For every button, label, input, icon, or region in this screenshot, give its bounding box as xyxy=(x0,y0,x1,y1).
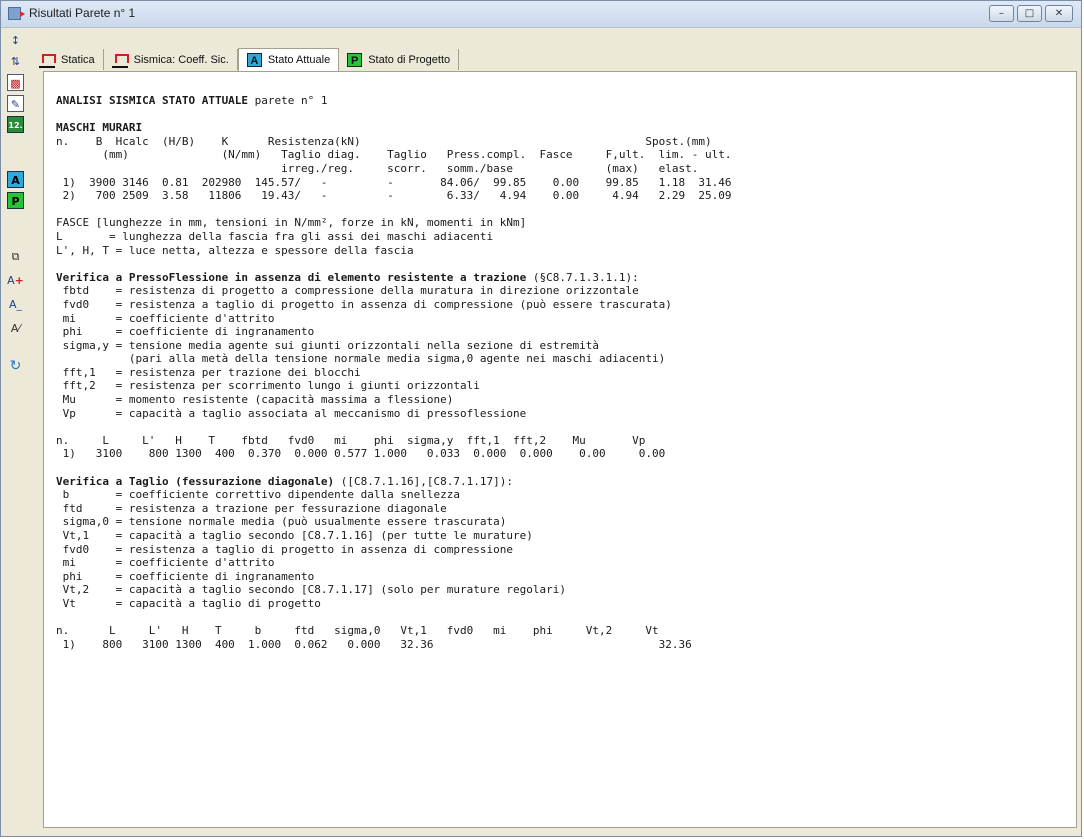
left-toolbar: ↕ ⇅ ▩ ✎ 12. A P ⧉ A+ A_ A⁄ ↻ xyxy=(1,28,29,836)
copy-icon[interactable]: ⧉ xyxy=(7,248,24,265)
tab-stato-attuale[interactable]: A Stato Attuale xyxy=(237,48,340,71)
font-decrease-label: A xyxy=(8,298,17,311)
tab-statica[interactable]: Statica xyxy=(31,49,104,70)
chart-icon[interactable]: ▩ xyxy=(7,74,24,91)
tab-label: Sismica: Coeff. Sic. xyxy=(133,53,229,66)
t-legend-line: Vt,2 = capacità a taglio secondo [C8.7.1… xyxy=(56,583,566,597)
pf-legend-line: fbtd = resistenza di progetto a compress… xyxy=(56,284,639,298)
maschi-title: MASCHI MURARI xyxy=(56,121,143,135)
maschi-header-1: n. B Hcalc (H/B) K Resistenza(kN) Spost.… xyxy=(56,134,712,148)
font-increase-label: A xyxy=(7,274,15,287)
t-legend-line: phi = coefficiente di ingranamento xyxy=(56,569,315,583)
pf-table-header: n. L L' H T fbtd fvd0 mi phi sigma,y fft… xyxy=(56,433,646,447)
t-legend-line: ftd = resistenza a trazione per fessuraz… xyxy=(56,501,447,515)
title-bar[interactable]: Risultati Parete n° 1 – □ ✕ xyxy=(1,1,1081,28)
t-legend-line: fvd0 = resistenza a taglio di progetto i… xyxy=(56,542,513,556)
number-12-icon[interactable]: 12. xyxy=(7,116,24,133)
maschi-row: 1) 3900 3146 0.81 202980 145.57/ - - 84.… xyxy=(56,175,732,189)
pf-legend-line: fft,1 = resistenza per trazione dei bloc… xyxy=(56,365,361,379)
pf-title: Verifica a PressoFlessione in assenza di… xyxy=(56,270,527,284)
t-title: Verifica a Taglio (fessurazione diagonal… xyxy=(56,474,335,488)
structure-red-icon xyxy=(111,52,129,68)
t-title-rest: ([C8.7.1.16],[C8.7.1.17]): xyxy=(334,474,513,488)
report-title: ANALISI SISMICA STATO ATTUALE xyxy=(56,94,249,107)
window-title: Risultati Parete n° 1 xyxy=(29,6,136,20)
tab-sismica[interactable]: Sismica: Coeff. Sic. xyxy=(104,49,238,70)
pf-legend-line: phi = coefficiente di ingranamento xyxy=(56,325,315,339)
report-panel[interactable]: ANALISI SISMICA STATO ATTUALE parete n° … xyxy=(43,71,1077,828)
t-legend-line: sigma,0 = tensione normale media (può us… xyxy=(56,515,507,529)
tab-strip: Statica Sismica: Coeff. Sic. A Stato Att… xyxy=(31,48,1075,71)
font-decrease-icon[interactable]: A_ xyxy=(7,296,24,313)
tab-label: Stato di Progetto xyxy=(368,53,451,66)
pf-legend-line: sigma,y = tensione media agente sui giun… xyxy=(56,338,600,352)
letter-p-icon: P xyxy=(347,52,363,67)
font-increase-icon[interactable]: A+ xyxy=(7,272,24,289)
tab-label: Stato Attuale xyxy=(267,54,331,66)
t-legend-line: Vt,1 = capacità a taglio secondo [C8.7.1… xyxy=(56,529,533,542)
refresh-icon[interactable]: ↻ xyxy=(7,358,24,375)
stato-attuale-icon[interactable]: A xyxy=(7,171,24,188)
report-title-rest: parete n° 1 xyxy=(248,94,328,107)
edit-icon[interactable]: ✎ xyxy=(7,95,24,112)
maschi-header-2: (mm) (N/mm) Taglio diag. Taglio Press.co… xyxy=(56,148,732,162)
pf-legend-line: fft,2 = resistenza per scorrimento lungo… xyxy=(56,379,480,393)
multi-move-icon[interactable]: ⇅ xyxy=(7,53,24,70)
pf-table-row: 1) 3100 800 1300 400 0.370 0.000 0.577 1… xyxy=(56,447,666,461)
tab-stato-progetto[interactable]: P Stato di Progetto xyxy=(339,49,460,70)
maschi-header-3: irreg./reg. scorr. somm./base (max) elas… xyxy=(56,161,699,175)
t-legend-line: b = coefficiente correttivo dipendente d… xyxy=(56,488,460,502)
font-style-icon[interactable]: A⁄ xyxy=(7,320,24,337)
fasce-line: FASCE [lunghezze in mm, tensioni in N/mm… xyxy=(56,216,527,230)
pf-legend-line: Mu = momento resistente (capacità massim… xyxy=(56,393,454,407)
close-button[interactable]: ✕ xyxy=(1045,5,1073,22)
font-style-label: A xyxy=(10,322,19,335)
results-window: Risultati Parete n° 1 – □ ✕ ↕ ⇅ ▩ ✎ 12. … xyxy=(0,0,1082,837)
pf-legend-line: Vp = capacità a taglio associata al mecc… xyxy=(56,406,527,420)
pf-legend-line: mi = coefficiente d'attrito xyxy=(56,311,275,325)
t-table-header: n. L L' H T b ftd sigma,0 Vt,1 fvd0 mi p… xyxy=(56,624,659,638)
report-text: ANALISI SISMICA STATO ATTUALE parete n° … xyxy=(56,94,732,651)
maschi-row: 2) 700 2509 3.58 11806 19.43/ - - 6.33/ … xyxy=(56,189,732,203)
fasce-line: L = lunghezza della fascia fra gli assi … xyxy=(56,229,494,243)
maximize-button[interactable]: □ xyxy=(1017,5,1042,22)
t-legend-line: mi = coefficiente d'attrito xyxy=(56,556,275,570)
t-table-row: 1) 800 3100 1300 400 1.000 0.062 0.000 3… xyxy=(56,637,692,651)
app-icon xyxy=(8,7,25,20)
tab-label: Statica xyxy=(61,53,95,66)
minimize-button[interactable]: – xyxy=(989,5,1014,22)
t-legend-line: Vt = capacità a taglio di progetto xyxy=(56,596,321,610)
fasce-line: L', H, T = luce netta, altezza e spessor… xyxy=(56,243,414,257)
move-icon[interactable]: ↕ xyxy=(7,32,24,49)
pf-legend-line: fvd0 = resistenza a taglio di progetto i… xyxy=(56,297,672,311)
letter-a-icon: A xyxy=(246,53,262,67)
structure-icon xyxy=(39,52,56,68)
stato-progetto-icon[interactable]: P xyxy=(7,192,24,209)
pf-legend-line: (pari alla metà della tensione normale m… xyxy=(56,352,666,366)
pf-title-rest: (§C8.7.1.3.1.1): xyxy=(526,270,639,284)
